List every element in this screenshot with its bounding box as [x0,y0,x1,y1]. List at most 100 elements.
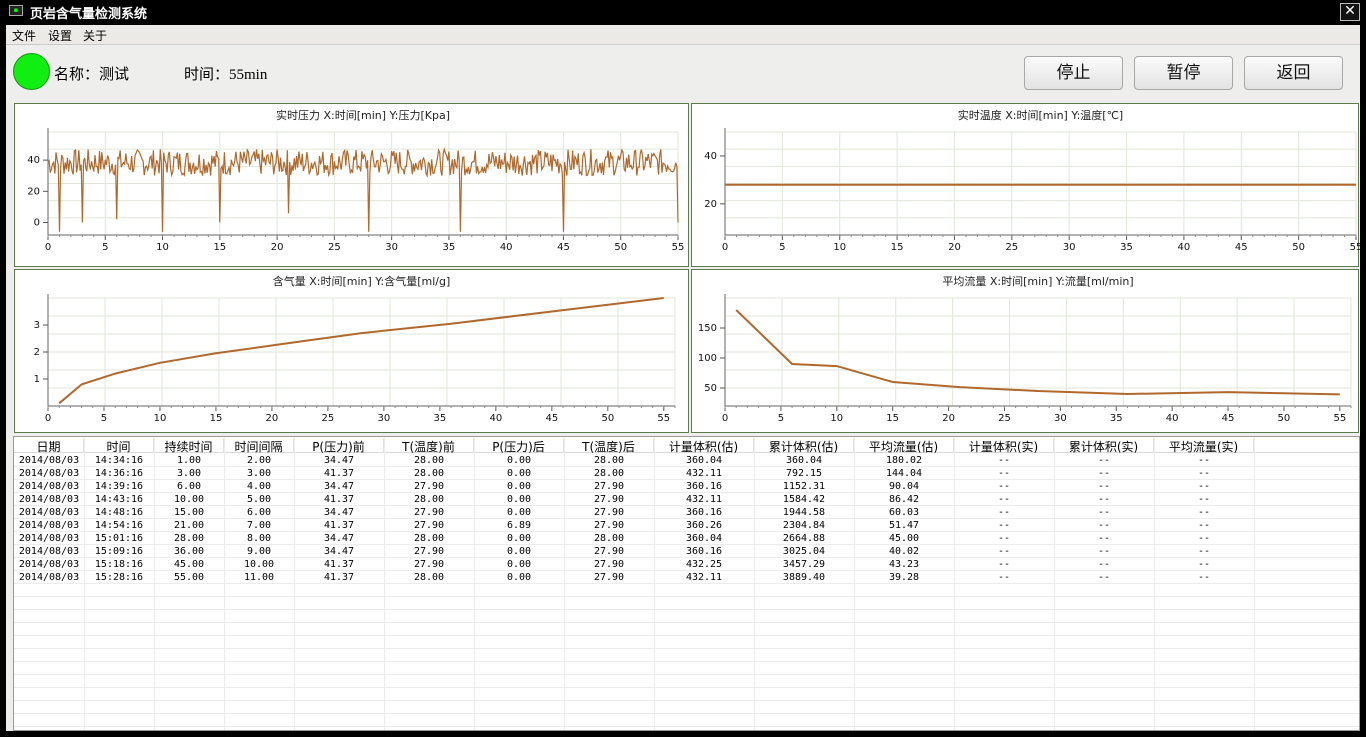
table-row[interactable] [14,701,1359,714]
y-tick-label: 40 [27,155,40,166]
column-header[interactable]: 时间 [84,438,154,453]
table-row[interactable] [14,584,1359,597]
column-header[interactable]: 累计体积(实) [1054,438,1154,453]
pause-button[interactable]: 暂停 [1134,56,1233,90]
column-header[interactable]: 计量体积(估) [654,438,754,453]
table-row[interactable]: 2014/08/03 15:18:16 45.00 10.00 41.37 27.90 0.… [14,558,1359,571]
table-row[interactable] [14,714,1359,727]
column-header[interactable]: T(温度)后 [564,438,654,453]
table-row[interactable]: 2014/08/03 15:28:16 55.00 11.00 41.37 28.00 0.… [14,571,1359,584]
table-cell: 41.37 [323,494,355,505]
table-cell: 28.00 [413,494,445,505]
column-divider [954,437,955,730]
table-cell: 4.00 [246,481,272,492]
table-row[interactable] [14,675,1359,688]
y-tick-label: 2 [34,347,40,358]
title-bar[interactable]: ▪ 页岩含气量检测系统 ✕ [0,0,1366,24]
table-row[interactable] [14,662,1359,675]
table-cell: -- [1197,468,1211,479]
table-row[interactable]: 2014/08/03 14:34:16 1.00 2.00 34.47 28.00 0.00… [14,454,1359,467]
table-cell: 2014/08/03 [18,481,80,492]
table-row[interactable] [14,610,1359,623]
table-cell: -- [1197,520,1211,531]
gas-content-chart: 含气量 X:时间[min] Y:含气量[ml/g] 0 5 10 15 20 25 30 35 4… [14,269,689,433]
table-cell: 27.90 [593,507,625,518]
table-cell: 14:39:16 [94,481,144,492]
x-tick-label: 25 [998,413,1011,424]
table-row[interactable] [14,688,1359,701]
table-cell: 0.00 [506,481,532,492]
table-cell: 2014/08/03 [18,559,80,570]
table-row[interactable]: 2014/08/03 14:39:16 6.00 4.00 34.47 27.90 0.00… [14,480,1359,493]
table-cell: 51.47 [888,520,920,531]
menu-file[interactable]: 文件 [12,27,36,44]
menu-about[interactable]: 关于 [83,27,107,44]
table-row[interactable] [14,623,1359,636]
x-tick-label: 15 [210,413,223,424]
table-cell: 41.37 [323,520,355,531]
y-tick-label: 3 [34,320,40,331]
table-row[interactable]: 2014/08/03 14:54:16 21.00 7.00 41.37 27.90 6.8… [14,519,1359,532]
table-cell: 34.47 [323,507,355,518]
elapsed-time-label: 时间：55min [184,67,268,83]
x-tick-label: 5 [778,413,784,424]
column-header[interactable]: 累计体积(估) [754,438,854,453]
table-cell: 27.90 [413,559,445,570]
x-tick-label: 15 [886,413,899,424]
column-header[interactable]: 日期 [14,438,84,453]
table-cell: 28.00 [413,572,445,583]
table-cell: 39.28 [888,572,920,583]
back-button[interactable]: 返回 [1244,56,1343,90]
table-row[interactable]: 2014/08/03 15:09:16 36.00 9.00 34.47 27.90 0.0… [14,545,1359,558]
column-header[interactable]: P(压力)后 [474,438,564,453]
table-cell: 1152.31 [782,481,826,492]
column-divider [474,437,475,730]
table-cell: 28.00 [173,533,205,544]
column-divider [1254,437,1255,730]
table-row[interactable]: 2014/08/03 14:48:16 15.00 6.00 34.47 27.90 0.0… [14,506,1359,519]
table-cell: 0.00 [506,455,532,466]
table-cell: 792.15 [785,468,823,479]
table-cell: 27.90 [593,559,625,570]
table-cell: 21.00 [173,520,205,531]
table-row[interactable] [14,597,1359,610]
x-tick-label: 45 [1235,242,1248,253]
table-cell: 6.89 [506,520,532,531]
table-cell: 28.00 [593,455,625,466]
column-header[interactable]: 平均流量(实) [1154,438,1254,453]
column-header[interactable]: 平均流量(估) [854,438,954,453]
x-tick-label: 30 [1063,242,1076,253]
stop-button[interactable]: 停止 [1024,56,1123,90]
table-row[interactable]: 2014/08/03 14:36:16 3.00 3.00 41.37 28.00 0.00… [14,467,1359,480]
table-cell: 432.11 [685,572,723,583]
table-cell: 3025.04 [782,546,826,557]
x-tick-label: 5 [102,242,108,253]
table-cell: 45.00 [888,533,920,544]
table-cell: 11.00 [243,572,275,583]
x-tick-label: 35 [1110,413,1123,424]
close-button[interactable]: ✕ [1340,3,1360,21]
column-header[interactable]: T(温度)前 [384,438,474,453]
x-tick-label: 50 [601,413,614,424]
column-header[interactable]: P(压力)前 [294,438,384,453]
column-header[interactable]: 持续时间 [154,438,224,453]
table-row[interactable]: 2014/08/03 14:43:16 10.00 5.00 41.37 28.00 0.0… [14,493,1359,506]
table-row[interactable] [14,636,1359,649]
table-cell: 360.16 [685,481,723,492]
x-tick-label: 30 [378,413,391,424]
chart-title: 平均流量 X:时间[min] Y:流量[ml/min] [942,274,1133,288]
x-tick-label: 0 [45,242,51,253]
table-row[interactable]: 2014/08/03 15:01:16 28.00 8.00 34.47 28.00 0.0… [14,532,1359,545]
table-cell: 27.90 [593,520,625,531]
table-row[interactable] [14,649,1359,662]
menu-settings[interactable]: 设置 [48,27,72,44]
data-table[interactable]: 日期 时间 持续时间 时间间隔 P(压力)前 T(温度)前 P(压力)后 T(温度)后 计量体积… [13,436,1360,731]
table-cell: 360.16 [685,546,723,557]
pressure-chart: 实时压力 X:时间[min] Y:压力[Kpa] 0 5 10 15 20 25 30 35 40… [14,103,689,267]
table-cell: 9.00 [246,546,272,557]
table-cell: 2014/08/03 [18,494,80,505]
column-header[interactable]: 时间间隔 [224,438,294,453]
status-led-icon [13,53,50,90]
table-cell: 27.90 [593,494,625,505]
column-header[interactable]: 计量体积(实) [954,438,1054,453]
